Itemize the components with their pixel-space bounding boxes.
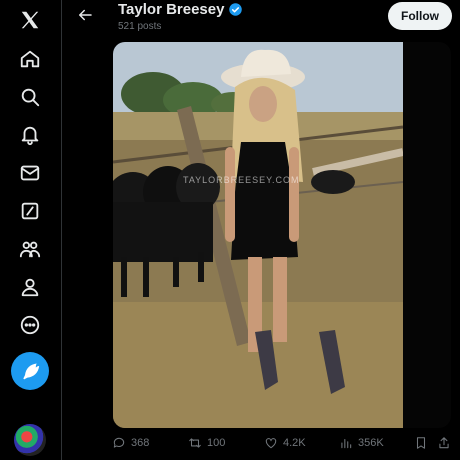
view-count: 356K [358,437,384,449]
profile-name: Taylor Breesey [118,1,225,18]
post-photo[interactable]: TAYLORBREESEY.COM [113,42,451,428]
notifications-icon[interactable] [16,121,44,149]
sidebar [0,0,62,460]
repost-icon [189,438,201,448]
communities-icon[interactable] [16,235,44,263]
profile-header: Taylor Breesey 521 posts Follow [62,0,460,40]
posts-count: 521 posts [118,21,162,32]
views-button[interactable]: 356K [339,436,384,450]
profile-name-row: Taylor Breesey [118,1,243,18]
bookmark-button[interactable] [414,436,428,450]
repost-button[interactable]: 100 [188,436,225,450]
reply-icon [113,437,125,448]
messages-icon[interactable] [16,159,44,187]
home-icon[interactable] [16,45,44,73]
views-bar-chart-icon [341,438,352,449]
share-icon [439,437,449,449]
compose-post-button[interactable] [11,352,49,390]
share-button[interactable] [437,436,451,450]
grok-icon[interactable] [16,197,44,225]
search-icon[interactable] [16,83,44,111]
account-avatar[interactable] [14,424,46,456]
back-arrow-icon[interactable] [76,6,96,26]
reply-count: 368 [131,437,150,449]
like-count: 4.2K [283,437,306,449]
follow-button[interactable]: Follow [388,2,452,30]
feather-icon [23,363,40,380]
x-logo-icon[interactable] [16,6,44,34]
verified-badge-icon [229,3,243,16]
like-button[interactable]: 4.2K [264,436,306,450]
more-icon[interactable] [16,311,44,339]
heart-icon [265,438,277,449]
profile-icon[interactable] [16,273,44,301]
post-action-bar: 368 100 4.2K 356K [62,436,460,456]
photo-watermark: TAYLORBREESEY.COM [183,175,300,185]
reply-button[interactable]: 368 [112,436,149,450]
bookmark-icon [416,437,426,449]
repost-count: 100 [207,437,226,449]
